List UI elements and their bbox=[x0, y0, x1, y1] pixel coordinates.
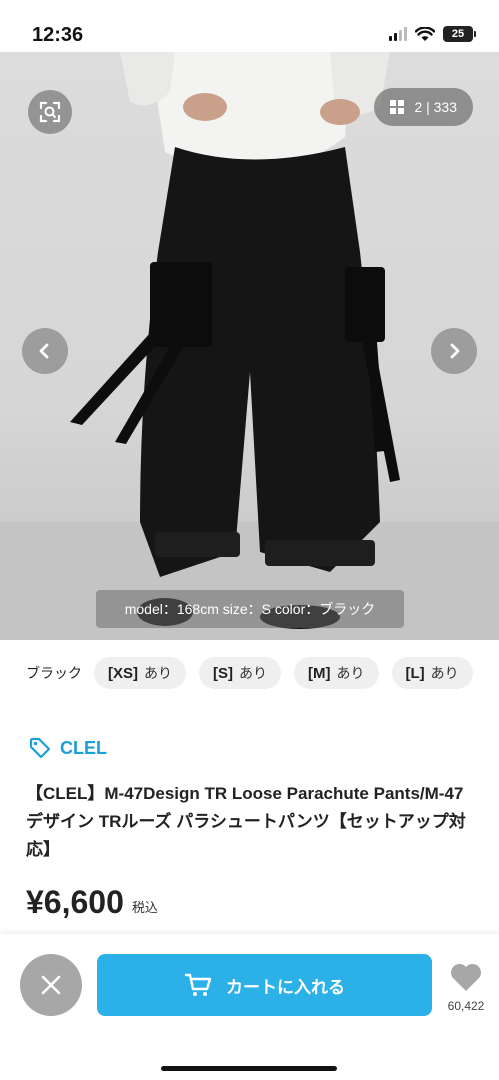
lens-search-icon bbox=[39, 101, 61, 123]
size-chip-m[interactable]: [M] あり bbox=[294, 657, 379, 689]
chevron-right-icon bbox=[450, 343, 460, 359]
add-to-cart-button[interactable]: カートに入れる bbox=[97, 954, 432, 1016]
size-chip-s[interactable]: [S] あり bbox=[199, 657, 281, 689]
image-caption: model：168cm size：S color：ブラック bbox=[96, 590, 404, 628]
wifi-icon bbox=[415, 26, 435, 41]
size-label: [XS] bbox=[108, 664, 138, 682]
color-label: ブラック bbox=[26, 665, 82, 681]
size-label: [L] bbox=[405, 664, 425, 682]
status-bar: 12:36 25 bbox=[0, 0, 499, 52]
tag-icon bbox=[29, 737, 51, 759]
previous-image-button[interactable] bbox=[22, 328, 68, 374]
next-image-button[interactable] bbox=[431, 328, 477, 374]
bottom-action-bar: カートに入れる 60,422 bbox=[0, 934, 499, 1080]
price-row: ¥6,600 税込 bbox=[26, 884, 158, 920]
variant-selector: ブラック [XS] あり [S] あり [M] あり [L] あり bbox=[0, 640, 499, 706]
close-button[interactable] bbox=[20, 954, 82, 1016]
brand-link[interactable]: CLEL bbox=[28, 736, 107, 760]
image-counter: 2 | 333 bbox=[414, 99, 457, 115]
add-to-cart-label: カートに入れる bbox=[226, 977, 345, 997]
favorite-button[interactable]: 60,422 bbox=[436, 962, 496, 1013]
chevron-left-icon bbox=[39, 343, 49, 359]
signal-icon bbox=[389, 27, 407, 41]
tax-label: 税込 bbox=[131, 900, 158, 915]
image-search-button[interactable] bbox=[28, 90, 72, 134]
size-label: [S] bbox=[213, 664, 233, 682]
size-chip-l[interactable]: [L] あり bbox=[391, 657, 473, 689]
stock-label: あり bbox=[430, 665, 459, 681]
stock-label: あり bbox=[239, 665, 267, 681]
size-label: [M] bbox=[308, 664, 331, 682]
cart-icon bbox=[184, 973, 212, 996]
brand-name: CLEL bbox=[60, 737, 107, 758]
product-price: ¥6,600 bbox=[26, 884, 124, 920]
product-photo bbox=[0, 52, 499, 640]
home-indicator bbox=[161, 1066, 337, 1071]
size-chip-xs[interactable]: [XS] あり bbox=[94, 657, 186, 689]
product-title: 【CLEL】M-47Design TR Loose Parachute Pant… bbox=[26, 784, 466, 859]
status-time: 12:36 bbox=[32, 24, 84, 46]
status-icons: 25 bbox=[389, 26, 476, 42]
product-image-carousel[interactable]: 2 | 333 model：168cm size：S color：ブラック bbox=[0, 52, 499, 640]
heart-icon bbox=[450, 963, 482, 991]
stock-label: あり bbox=[144, 665, 172, 681]
battery-icon: 25 bbox=[443, 26, 476, 42]
close-icon bbox=[41, 975, 61, 995]
image-counter-button[interactable]: 2 | 333 bbox=[374, 88, 473, 126]
grid-icon bbox=[390, 100, 405, 114]
stock-label: あり bbox=[336, 665, 365, 681]
favorite-count: 60,422 bbox=[447, 999, 485, 1013]
